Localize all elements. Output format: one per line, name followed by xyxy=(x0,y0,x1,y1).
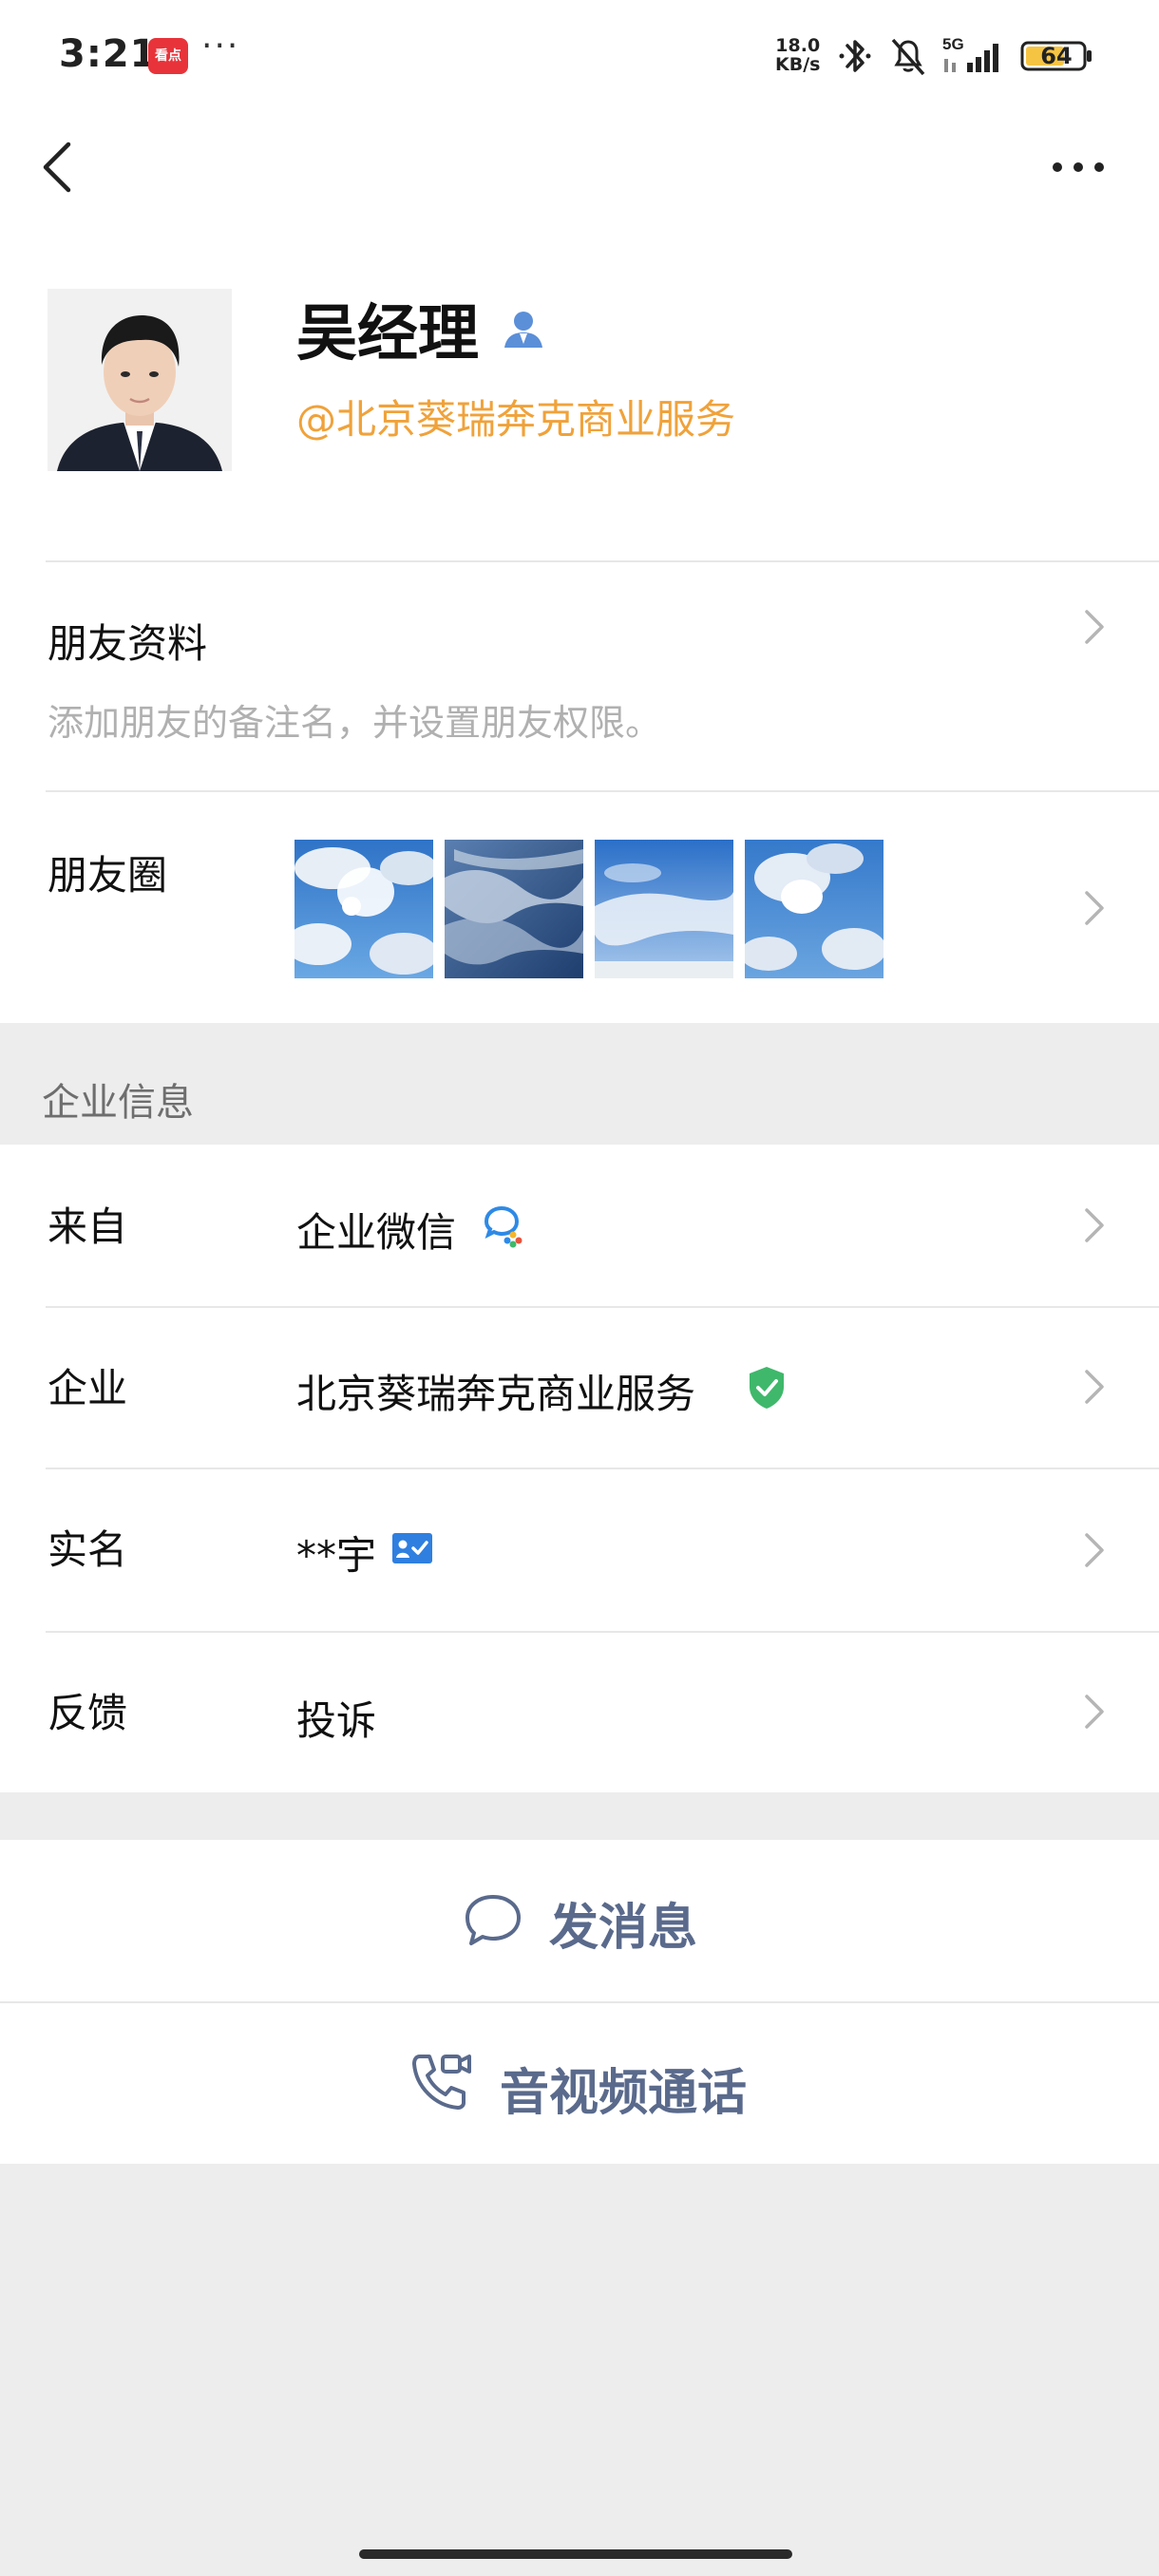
enterprise-label: 企业 xyxy=(48,1365,128,1411)
moments-thumbnail xyxy=(445,840,583,978)
phone-video-icon xyxy=(412,2055,471,2110)
moments-thumbnail xyxy=(745,840,884,978)
chevron-left-icon xyxy=(43,142,71,193)
feedback-value: 投诉 xyxy=(296,1697,377,1744)
network-speed-unit: KB/s xyxy=(775,54,821,75)
contact-profile-page: 3:21 看点 ··· 18.0 KB/s 5G 64 吴经理 @北京葵瑞奔克商… xyxy=(0,0,1159,2576)
status-bar: 3:21 看点 ··· 18.0 KB/s 5G 64 xyxy=(0,0,1159,114)
feedback-row[interactable] xyxy=(0,1633,1159,1792)
chevron-right-icon xyxy=(1085,1208,1104,1242)
chat-bubble-icon xyxy=(466,1895,521,1945)
enterprise-value: 北京葵瑞奔克商业服务 xyxy=(296,1371,696,1417)
network-speed: 18.0 KB/s xyxy=(775,36,820,74)
real-name-row[interactable] xyxy=(0,1469,1159,1631)
source-label: 来自 xyxy=(48,1203,128,1250)
avatar-image xyxy=(48,289,232,471)
status-time: 3:21 xyxy=(59,32,158,76)
home-indicator[interactable] xyxy=(359,2549,792,2559)
chevron-right-icon xyxy=(1085,610,1104,644)
chevron-right-icon xyxy=(1085,1695,1104,1729)
battery-level: 64 xyxy=(1040,43,1073,69)
enterprise-section-title: 企业信息 xyxy=(42,1081,194,1125)
more-options-button[interactable] xyxy=(1045,142,1112,192)
friend-info-title: 朋友资料 xyxy=(48,620,208,667)
real-name-label: 实名 xyxy=(48,1526,128,1573)
verified-shield-icon xyxy=(750,1367,784,1409)
moments-thumbnail xyxy=(595,840,733,978)
bluetooth-icon xyxy=(839,40,871,72)
send-message-button[interactable]: 发消息 xyxy=(0,1840,1159,2001)
moments-thumbnails xyxy=(294,840,884,978)
real-name-value: **宇 xyxy=(296,1532,377,1579)
feedback-label: 反馈 xyxy=(48,1690,128,1736)
source-row[interactable] xyxy=(0,1145,1159,1306)
friend-info-row[interactable] xyxy=(0,562,1159,790)
bell-muted-icon xyxy=(891,38,925,76)
id-card-verified-icon xyxy=(392,1533,432,1563)
chevron-right-icon xyxy=(1085,1533,1104,1567)
audio-video-call-button[interactable]: 音视频通话 xyxy=(0,2003,1159,2164)
back-button[interactable] xyxy=(34,133,91,201)
company-tag: @北京葵瑞奔克商业服务 xyxy=(296,396,736,443)
more-notifications-icon: ··· xyxy=(201,27,240,66)
contact-name: 吴经理 xyxy=(296,299,479,369)
cellular-signal-icon: 5G xyxy=(942,35,998,72)
source-value: 企业微信 xyxy=(296,1209,457,1256)
network-type: 5G xyxy=(942,35,964,53)
app-notification-icon: 看点 xyxy=(148,38,188,74)
more-horizontal-icon xyxy=(1053,162,1104,172)
person-badge-icon xyxy=(504,312,542,348)
moments-thumbnail xyxy=(294,840,433,978)
chevron-right-icon xyxy=(1085,891,1104,925)
send-message-label: 发消息 xyxy=(549,1900,698,1957)
audio-video-call-label: 音视频通话 xyxy=(500,2065,748,2122)
wecom-icon xyxy=(484,1205,522,1248)
chevron-right-icon xyxy=(1085,1370,1104,1404)
avatar[interactable] xyxy=(48,289,232,471)
network-speed-value: 18.0 xyxy=(775,35,821,56)
moments-title: 朋友圈 xyxy=(48,852,168,899)
friend-info-subtitle: 添加朋友的备注名，并设置朋友权限。 xyxy=(48,702,662,744)
